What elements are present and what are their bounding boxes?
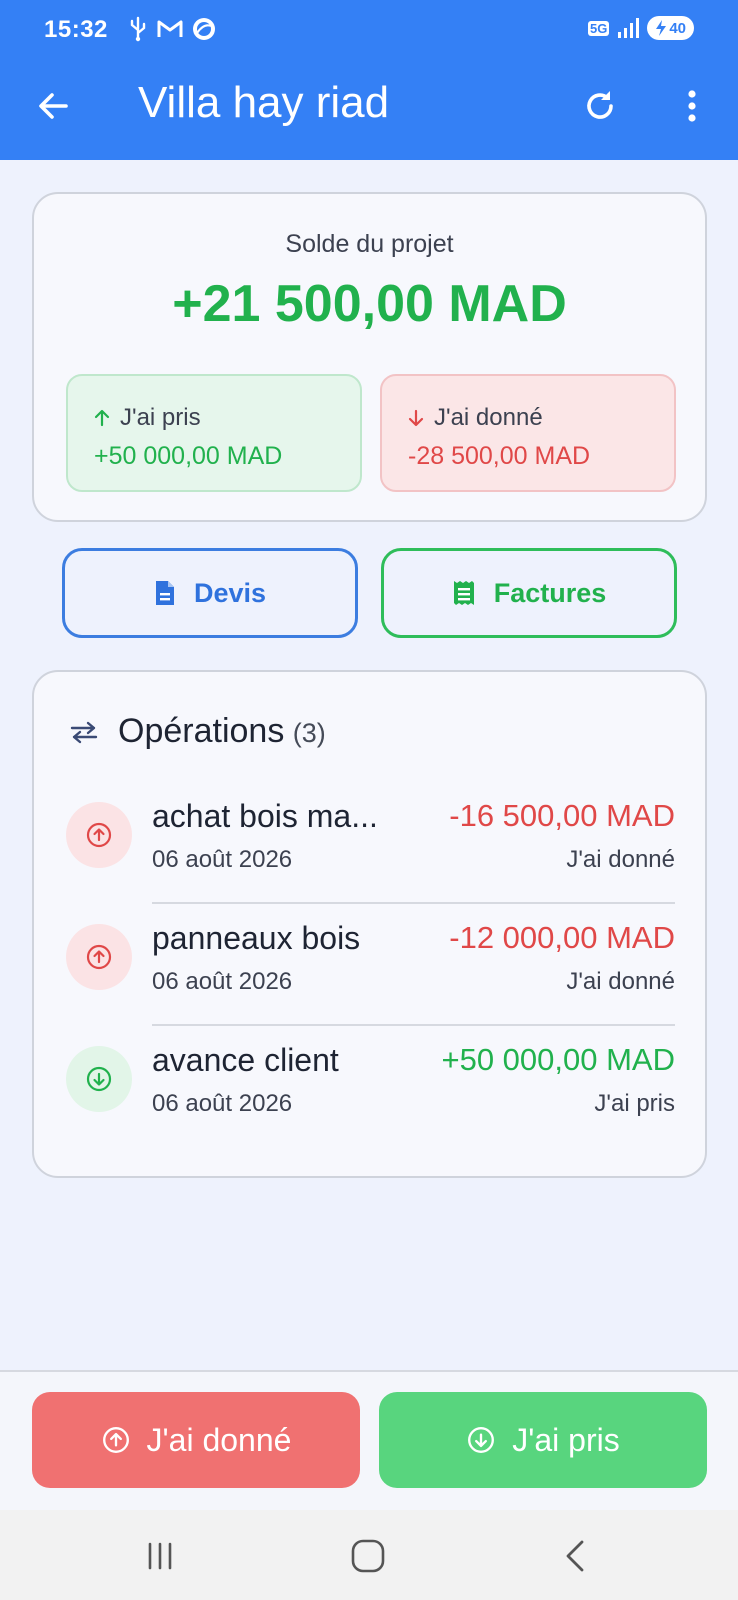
- status-time: 15:32: [44, 16, 108, 43]
- gmail-icon: [157, 20, 183, 37]
- circle-arrow-up-icon: [86, 944, 112, 970]
- operations-count: (3): [292, 718, 326, 748]
- charging-icon: [656, 20, 667, 36]
- swap-icon: [70, 721, 98, 743]
- battery-level: 40: [669, 19, 686, 37]
- balance-value: +21 500,00 MAD: [172, 275, 567, 333]
- devis-button-label: Devis: [193, 577, 267, 608]
- recent-apps-icon[interactable]: [136, 1532, 184, 1580]
- operation-type: J'ai donné: [566, 846, 675, 873]
- circle-arrow-up-icon: [86, 822, 112, 848]
- gave-button-label: J'ai donné: [146, 1421, 292, 1458]
- operation-name: avance client: [152, 1042, 339, 1078]
- operation-row[interactable]: achat bois ma... 06 août 2026 -16 500,00…: [34, 782, 705, 904]
- balance-label: Solde du projet: [285, 230, 454, 258]
- refresh-icon[interactable]: [580, 86, 620, 126]
- operations-header: Opérations (3): [68, 712, 326, 751]
- operation-in-avatar: [66, 1046, 132, 1112]
- operation-date: 06 août 2026: [152, 846, 293, 873]
- took-summary: J'ai pris +50 000,00 MAD: [66, 374, 362, 492]
- circle-arrow-up-icon: [102, 1427, 129, 1453]
- operation-type: J'ai pris: [594, 1090, 675, 1117]
- factures-button[interactable]: Factures: [381, 548, 677, 638]
- gave-summary-label: J'ai donné: [434, 404, 543, 431]
- operations-card: Opérations (3) achat bois ma... 06 août …: [32, 670, 707, 1178]
- operation-date: 06 août 2026: [152, 968, 293, 995]
- balance-card: Solde du projet +21 500,00 MAD J'ai pris…: [32, 192, 707, 522]
- factures-button-label: Factures: [493, 577, 607, 608]
- operation-out-avatar: [66, 802, 132, 868]
- usb-icon: [130, 16, 146, 42]
- operation-amount: +50 000,00 MAD: [441, 1042, 675, 1077]
- gave-summary: J'ai donné -28 500,00 MAD: [380, 374, 676, 492]
- arrow-up-icon: [94, 409, 110, 427]
- circle-arrow-down-icon: [86, 1066, 112, 1092]
- gave-summary-value: -28 500,00 MAD: [408, 442, 591, 470]
- status-notification-icons: [128, 16, 216, 42]
- battery-indicator: 40: [647, 16, 694, 40]
- operation-out-avatar: [66, 924, 132, 990]
- app-header: 15:32 5G 40 Villa hay riad: [0, 0, 738, 160]
- took-summary-label: J'ai pris: [120, 404, 201, 431]
- operation-amount: -16 500,00 MAD: [449, 798, 675, 833]
- status-system-icons: 5G 40: [587, 16, 694, 40]
- document-icon: [155, 581, 174, 605]
- back-arrow-icon[interactable]: [34, 86, 74, 126]
- circle-arrow-down-icon: [468, 1427, 495, 1453]
- network-type: 5G: [587, 20, 610, 36]
- signal-icon: [618, 18, 640, 38]
- bottom-action-bar: J'ai donné J'ai pris: [0, 1370, 738, 1510]
- status-bar: 15:32 5G 40: [0, 0, 738, 58]
- took-button-label: J'ai pris: [512, 1421, 620, 1458]
- operation-row[interactable]: panneaux bois 06 août 2026 -12 000,00 MA…: [34, 904, 705, 1026]
- took-button[interactable]: J'ai pris: [379, 1392, 707, 1488]
- operation-row[interactable]: avance client 06 août 2026 +50 000,00 MA…: [34, 1026, 705, 1148]
- operations-title: Opérations: [118, 712, 285, 750]
- operation-amount: -12 000,00 MAD: [449, 920, 675, 955]
- more-options-icon[interactable]: [672, 86, 712, 126]
- system-nav-bar: [0, 1510, 738, 1600]
- operation-name: achat bois ma...: [152, 798, 378, 834]
- app-notification-icon: [193, 18, 215, 40]
- operation-name: panneaux bois: [152, 920, 361, 956]
- operation-date: 06 août 2026: [152, 1090, 293, 1117]
- back-icon[interactable]: [552, 1532, 600, 1580]
- devis-button[interactable]: Devis: [62, 548, 358, 638]
- arrow-down-icon: [408, 409, 424, 427]
- page-title: Villa hay riad: [138, 78, 390, 127]
- receipt-icon: [453, 581, 474, 605]
- home-icon[interactable]: [344, 1532, 392, 1580]
- gave-button[interactable]: J'ai donné: [32, 1392, 360, 1488]
- took-summary-value: +50 000,00 MAD: [94, 442, 283, 470]
- operation-type: J'ai donné: [566, 968, 675, 995]
